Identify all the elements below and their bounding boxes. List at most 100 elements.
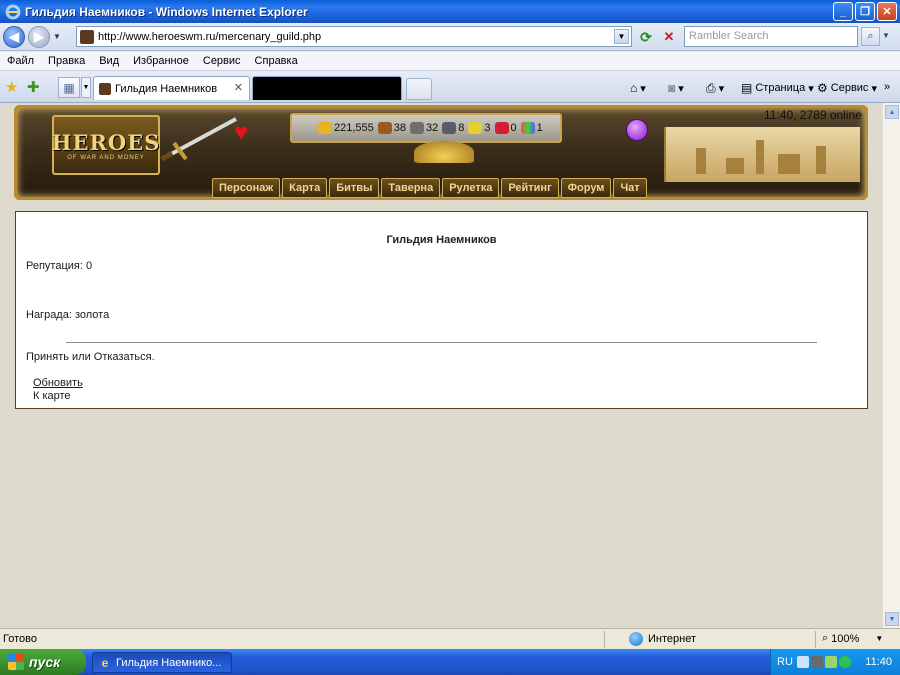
menu-help[interactable]: Справка bbox=[255, 55, 298, 67]
nav-character[interactable]: Персонаж bbox=[212, 178, 281, 198]
vertical-scrollbar[interactable]: ▲ ▼ bbox=[882, 103, 900, 628]
resource-gems: 1 bbox=[520, 122, 543, 134]
game-logo[interactable]: HEROES OF WAR AND MONEY bbox=[52, 115, 160, 175]
favorites-star-icon[interactable]: ★ bbox=[5, 78, 18, 96]
tray-icon-1[interactable] bbox=[796, 656, 809, 668]
reward-text: Награда: золота bbox=[26, 309, 110, 321]
url-input[interactable] bbox=[98, 30, 598, 43]
feeds-icon[interactable]: ◙ ▾ bbox=[668, 81, 684, 95]
search-box[interactable] bbox=[684, 26, 858, 47]
zoom-dropdown-icon[interactable]: ▼ bbox=[875, 634, 883, 643]
maximize-button[interactable]: ❐ bbox=[855, 2, 875, 21]
window-controls: _ ❐ ✕ bbox=[833, 2, 897, 21]
ie-logo-icon bbox=[5, 4, 21, 19]
tab-list-dropdown-icon[interactable]: ▼ bbox=[81, 77, 91, 98]
search-options-icon[interactable]: ▼ bbox=[882, 31, 890, 40]
tools-menu-button[interactable]: ⚙ Сервис ▾ bbox=[817, 81, 877, 95]
status-separator bbox=[604, 631, 605, 648]
start-button[interactable]: пуск bbox=[0, 649, 86, 675]
scroll-down-icon[interactable]: ▼ bbox=[885, 612, 899, 626]
refresh-icon[interactable]: ⟳ bbox=[636, 27, 656, 47]
resource-ore: 32 bbox=[410, 122, 438, 134]
resource-mercury: 8 bbox=[442, 122, 464, 134]
minimize-button[interactable]: _ bbox=[833, 2, 853, 21]
system-tray: RU 11:40 bbox=[770, 649, 900, 675]
divider bbox=[66, 342, 817, 343]
windows-flag-icon bbox=[8, 654, 24, 670]
logo-title: HEROES bbox=[51, 129, 161, 155]
tray-icon-4[interactable] bbox=[838, 656, 851, 668]
tray-icons bbox=[796, 656, 851, 668]
menu-favorites[interactable]: Избранное bbox=[133, 55, 189, 67]
home-icon[interactable]: ⌂ ▾ bbox=[630, 81, 646, 95]
close-window-button[interactable]: ✕ bbox=[877, 2, 897, 21]
print-icon[interactable]: ⎙ ▾ bbox=[706, 81, 724, 96]
health-heart-icon: ♥ bbox=[234, 119, 249, 146]
nav-rating[interactable]: Рейтинг bbox=[501, 178, 559, 198]
sulfur-icon bbox=[468, 122, 483, 134]
wood-icon bbox=[377, 122, 392, 134]
resource-sulfur: 3 bbox=[468, 122, 491, 134]
tray-icon-3[interactable] bbox=[824, 656, 837, 668]
nav-tavern[interactable]: Таверна bbox=[381, 178, 441, 198]
page-title: Гильдия Наемников bbox=[386, 234, 497, 246]
url-dropdown-icon[interactable]: ▼ bbox=[614, 29, 629, 44]
page-viewport: HEROES OF WAR AND MONEY ♥ 221,555 38 32 bbox=[0, 103, 882, 628]
menu-edit[interactable]: Правка bbox=[48, 55, 85, 67]
tab-active[interactable]: Гильдия Наемников ✕ bbox=[93, 76, 250, 100]
nav-battles[interactable]: Битвы bbox=[329, 178, 380, 198]
nav-chat[interactable]: Чат bbox=[613, 178, 647, 198]
search-input[interactable] bbox=[689, 30, 853, 42]
page-menu-button[interactable]: ▤ Страница ▾ bbox=[741, 81, 814, 95]
nav-map[interactable]: Карта bbox=[282, 178, 328, 198]
taskbar: пуск e Гильдия Наемнико... RU 11:40 bbox=[0, 649, 900, 675]
tab-redacted[interactable] bbox=[252, 76, 402, 100]
mana-orb-icon bbox=[626, 119, 648, 141]
nav-forum[interactable]: Форум bbox=[560, 178, 612, 198]
gold-icon bbox=[318, 122, 332, 134]
menu-tools[interactable]: Сервис bbox=[203, 55, 241, 67]
chevron-more-icon[interactable]: » bbox=[884, 81, 890, 93]
nav-roulette[interactable]: Рулетка bbox=[442, 178, 500, 198]
history-dropdown-icon[interactable]: ▼ bbox=[53, 32, 63, 41]
security-zone[interactable]: Интернет bbox=[611, 632, 696, 646]
game-nav: Персонаж Карта Битвы Таверна Рулетка Рей… bbox=[212, 178, 672, 198]
taskbar-clock: 11:40 bbox=[865, 656, 892, 668]
address-box[interactable]: ▼ bbox=[76, 26, 632, 47]
page-favicon-icon bbox=[80, 29, 94, 44]
scroll-up-icon[interactable]: ▲ bbox=[885, 105, 899, 119]
close-tab-icon[interactable]: ✕ bbox=[234, 81, 243, 94]
back-button[interactable]: ◀ bbox=[3, 25, 25, 48]
logo-subtitle: OF WAR AND MONEY bbox=[67, 154, 145, 161]
refresh-link[interactable]: Обновить bbox=[33, 377, 83, 389]
server-clock: 11:40, 2789 online bbox=[764, 108, 862, 122]
tray-icon-2[interactable] bbox=[810, 656, 823, 668]
menu-view[interactable]: Вид bbox=[99, 55, 119, 67]
status-text: Готово bbox=[3, 633, 37, 645]
forward-button[interactable]: ▶ bbox=[28, 25, 50, 48]
address-toolbar: ◀ ▶ ▼ ▼ ⟳ ✕ ⌕ ▼ bbox=[0, 23, 900, 51]
stop-icon[interactable]: ✕ bbox=[659, 27, 679, 47]
add-favorites-icon[interactable]: ✚ bbox=[27, 78, 40, 96]
forward-arrow-icon: ▶ bbox=[34, 28, 44, 44]
back-to-map-link[interactable]: К карте bbox=[33, 390, 71, 402]
quick-tabs-icon[interactable]: ▦ bbox=[58, 77, 80, 98]
taskbar-ie-window[interactable]: e Гильдия Наемнико... bbox=[92, 652, 232, 673]
language-indicator[interactable]: RU bbox=[777, 656, 793, 668]
crystal-icon bbox=[494, 122, 509, 134]
accept-decline-text: Принять или Отказаться. bbox=[26, 351, 155, 363]
resource-crystals: 0 bbox=[494, 122, 517, 134]
new-tab-button[interactable] bbox=[406, 78, 432, 100]
mercury-icon bbox=[442, 122, 457, 134]
resources-panel: 221,555 38 32 8 3 0 1 bbox=[290, 113, 562, 143]
tab-label: Гильдия Наемников bbox=[115, 82, 218, 95]
back-arrow-icon: ◀ bbox=[9, 28, 19, 44]
page-icon: ▤ bbox=[741, 81, 753, 95]
menu-file[interactable]: Файл bbox=[7, 55, 34, 67]
reputation-text: Репутация: 0 bbox=[26, 260, 93, 272]
resource-wood: 38 bbox=[377, 122, 406, 134]
game-header: HEROES OF WAR AND MONEY ♥ 221,555 38 32 bbox=[14, 105, 868, 200]
search-icon[interactable]: ⌕ bbox=[861, 27, 880, 46]
guild-panel: Гильдия Наемников Репутация: 0 Награда: … bbox=[15, 211, 868, 409]
zoom-control[interactable]: ⌕ 100% ▼ bbox=[822, 632, 883, 645]
